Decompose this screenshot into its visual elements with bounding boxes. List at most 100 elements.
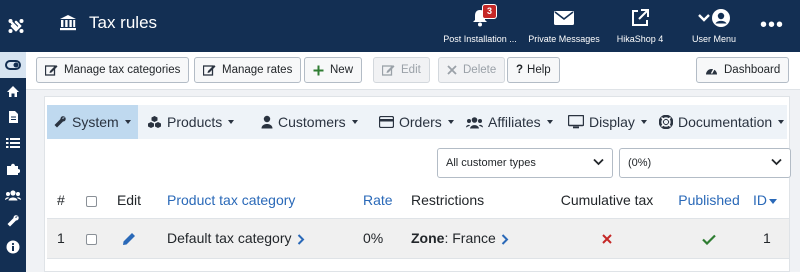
notification-badge: 3 (482, 4, 498, 19)
col-product-tax-category[interactable]: Product tax category (151, 183, 349, 218)
chevron-right-icon[interactable] (501, 234, 509, 245)
caret-down-icon (640, 120, 647, 124)
new-button[interactable]: New (304, 57, 363, 83)
manage-tax-categories-label: Manage tax categories (64, 64, 181, 76)
users-icon (5, 190, 21, 201)
cubes-icon (148, 116, 161, 128)
new-label: New (330, 64, 354, 76)
sidebar-item-help[interactable] (0, 234, 26, 260)
external-link-icon (632, 9, 649, 26)
menu-system-label: System (72, 114, 119, 130)
cross-icon (602, 234, 612, 245)
menu-documentation[interactable]: Documentation (653, 105, 790, 139)
edit-square-icon (203, 65, 216, 76)
caret-down-icon (546, 120, 553, 124)
row-checkbox[interactable] (85, 233, 97, 245)
manage-tax-categories-button[interactable]: Manage tax categories (36, 57, 190, 83)
user-menu-button[interactable]: User Menu (684, 6, 744, 48)
joomla-logo[interactable] (0, 0, 31, 52)
row-category-cell[interactable]: Default tax category (151, 217, 349, 259)
col-id[interactable]: ID (753, 183, 789, 218)
row-id: 1 (753, 217, 789, 259)
page-heading: Tax rules (58, 13, 157, 33)
menu-system[interactable]: System (47, 105, 138, 139)
customer-type-value: All customer types (446, 157, 536, 169)
caret-down-icon (778, 120, 785, 124)
table-header-row: # Edit Product tax category Rate Restric… (47, 183, 789, 218)
row-rate: 0% (349, 217, 411, 259)
col-published[interactable]: Published (665, 183, 753, 218)
sidebar-toggle[interactable] (0, 52, 26, 78)
menu-affiliates[interactable]: Affiliates (460, 105, 559, 139)
close-icon (447, 65, 457, 75)
check-icon[interactable] (702, 234, 716, 245)
row-cumulative-cell (549, 217, 665, 259)
manage-rates-button[interactable]: Manage rates (194, 57, 302, 83)
top-header: Tax rules 3 Post Installation ... Privat… (0, 0, 800, 52)
monitor-icon (568, 115, 584, 129)
sidebar-item-home[interactable] (0, 78, 26, 104)
private-messages-link[interactable]: Private Messages (528, 6, 600, 48)
sidebar-item-users[interactable] (0, 182, 26, 208)
menu-customers[interactable]: Customers (255, 105, 364, 139)
edit-button[interactable]: Edit (373, 57, 430, 83)
rate-select[interactable]: (0%) (619, 148, 791, 178)
menu-display[interactable]: Display (562, 105, 653, 139)
menu-orders-label: Orders (399, 114, 442, 130)
post-installation-label: Post Installation ... (443, 34, 517, 44)
post-installation-link[interactable]: 3 Post Installation ... (440, 4, 520, 48)
row-restrictions-cell: Zone: France (411, 217, 549, 259)
chevron-down-icon (593, 158, 604, 166)
row-num: 1 (47, 217, 75, 259)
hikashop-link[interactable]: HikaShop 4 (614, 6, 666, 48)
caret-down-icon (228, 120, 235, 124)
col-rate[interactable]: Rate (349, 183, 411, 218)
menu-products[interactable]: Products (141, 105, 240, 139)
user-icon (261, 115, 273, 129)
plus-icon (313, 65, 324, 75)
menu-documentation-label: Documentation (678, 114, 773, 130)
row-zone-label: Zone (411, 230, 445, 246)
row-category-name: Default tax category (167, 230, 292, 246)
menu-products-label: Products (167, 114, 223, 130)
home-icon (7, 85, 19, 97)
menu-customers-label: Customers (278, 114, 346, 130)
file-icon (8, 111, 18, 123)
rate-value: (0%) (628, 157, 652, 169)
col-checkall[interactable] (75, 183, 107, 218)
dashboard-button[interactable]: Dashboard (696, 57, 790, 83)
row-edit-cell (107, 217, 151, 259)
sidebar-item-content[interactable] (0, 104, 26, 130)
more-options-icon[interactable]: ••• (760, 14, 784, 37)
credit-card-icon (379, 116, 394, 128)
delete-button[interactable]: Delete (438, 57, 506, 83)
col-restrictions: Restrictions (411, 192, 485, 209)
speedometer-icon (706, 68, 717, 74)
caret-down-icon (124, 120, 131, 124)
wrench-icon (7, 215, 19, 227)
row-checkbox-cell (75, 217, 107, 259)
col-id-label: ID (753, 192, 767, 209)
help-button[interactable]: ? Help (507, 57, 560, 83)
sidebar-item-menus[interactable] (0, 130, 26, 156)
hikashop-label: HikaShop 4 (616, 34, 664, 44)
pencil-icon[interactable] (122, 232, 136, 246)
main-content: System Products Customers Orders Affilia… (32, 90, 800, 272)
joomla-logo-icon (8, 19, 23, 33)
col-num: # (57, 192, 65, 209)
question-icon: ? (516, 64, 524, 76)
sidebar-item-components[interactable] (0, 156, 26, 182)
sidebar-item-system[interactable] (0, 208, 26, 234)
caret-down-icon (351, 120, 358, 124)
user-menu-label: User Menu (691, 34, 736, 44)
chevron-right-icon[interactable] (297, 234, 305, 245)
menu-orders[interactable]: Orders (373, 105, 460, 139)
customer-type-select[interactable]: All customer types (437, 148, 613, 178)
col-cumulative-tax: Cumulative tax (560, 192, 654, 209)
dashboard-label: Dashboard (724, 64, 781, 76)
wrench-icon (54, 116, 66, 128)
bank-icon (60, 15, 76, 31)
tax-rules-table: # Edit Product tax category Rate Restric… (47, 183, 789, 259)
select-all-checkbox[interactable] (85, 196, 97, 208)
manage-rates-label: Manage rates (222, 64, 293, 76)
